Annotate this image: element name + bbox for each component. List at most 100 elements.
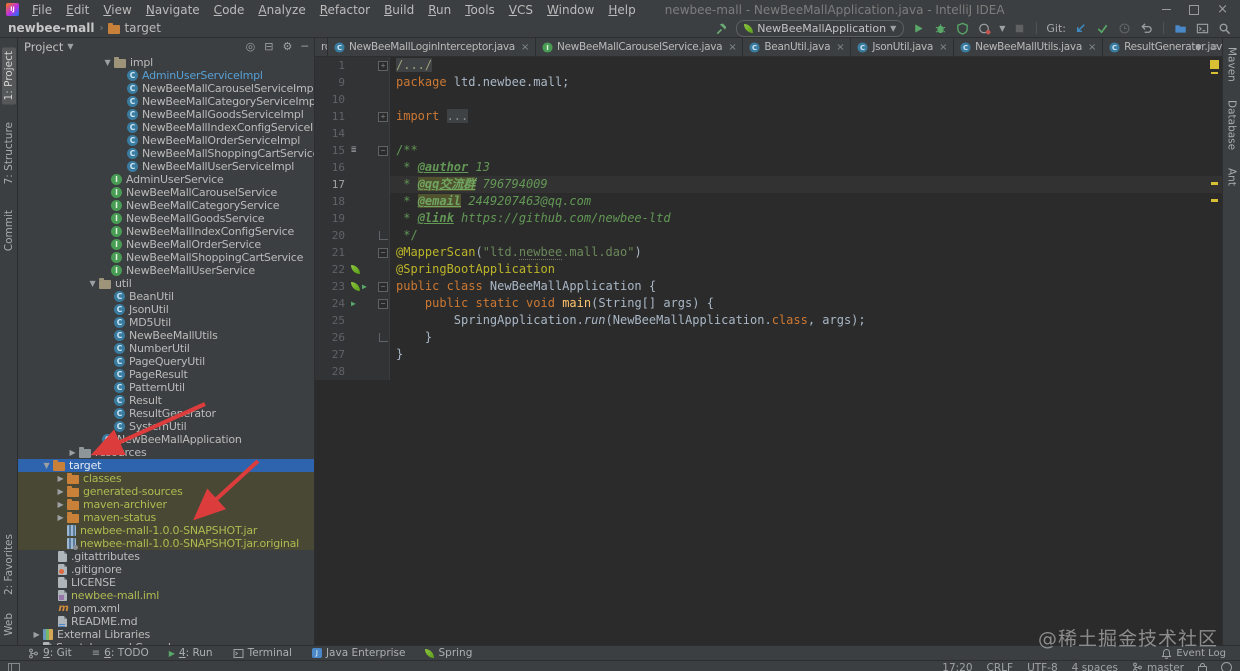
collapse-all-icon[interactable]: ⊟ (264, 40, 273, 53)
profiler-chevron-icon[interactable]: ▼ (999, 24, 1005, 33)
ide-indicator-icon[interactable] (1221, 662, 1232, 671)
fold-marker[interactable] (377, 346, 390, 363)
code-line-16[interactable]: 16 * @author 13 (315, 159, 1222, 176)
stripe-item-7-structure[interactable]: 7: Structure (3, 122, 15, 184)
maximize-button[interactable] (1189, 4, 1200, 15)
project-panel-title[interactable]: Project (24, 40, 63, 54)
tree-item-newbeemallorderservice[interactable]: I NewBeeMallOrderService (18, 238, 314, 251)
fold-marker[interactable]: − (377, 278, 390, 295)
tab-close-icon[interactable]: × (728, 42, 736, 53)
tree-item-beanutil[interactable]: C BeanUtil (18, 290, 314, 303)
fold-marker[interactable]: − (377, 295, 390, 312)
tree-item-classes[interactable]: ▶ classes (18, 472, 314, 485)
fold-marker[interactable] (377, 312, 390, 329)
stripe-item-maven[interactable]: Maven (1226, 47, 1238, 82)
menu-item-analyze[interactable]: Analyze (251, 2, 312, 18)
toolwindow-button-9-git[interactable]: 9: Git (28, 647, 72, 659)
tree-item-impl[interactable]: ▼ impl (18, 56, 314, 69)
tree-item-newbeemalluserservice[interactable]: I NewBeeMallUserService (18, 264, 314, 277)
run-gutter-icon[interactable]: ▶ (362, 278, 367, 295)
toolwindow-button-terminal[interactable]: Terminal (233, 647, 292, 659)
fold-marker[interactable] (377, 227, 390, 244)
menu-item-navigate[interactable]: Navigate (139, 2, 207, 18)
fold-marker[interactable] (377, 261, 390, 278)
breadcrumb-target[interactable]: target (108, 21, 161, 35)
run-button[interactable] (911, 21, 926, 36)
fold-marker[interactable] (377, 329, 390, 346)
breadcrumb-project[interactable]: newbee-mall (8, 21, 94, 35)
code-line-19[interactable]: 19 * @link https://github.com/newbee-ltd (315, 210, 1222, 227)
status-item-utf-8[interactable]: UTF-8 (1027, 662, 1058, 671)
tree-item-newbee-mall-iml[interactable]: newbee-mall.iml (18, 589, 314, 602)
tree-expand-arrow-icon[interactable]: ▶ (54, 513, 67, 522)
locate-file-icon[interactable]: ◎ (246, 40, 256, 53)
stripe-item-web[interactable]: Web (3, 613, 15, 636)
tree-item-newbeemallindexconfigservice[interactable]: I NewBeeMallIndexConfigService (18, 225, 314, 238)
tree-item-newbeemallindexconfigserviceimpl[interactable]: C NewBeeMallIndexConfigServiceImpl (18, 121, 314, 134)
code-line-15[interactable]: 15 ≣ −/** (315, 142, 1222, 159)
menu-item-edit[interactable]: Edit (59, 2, 96, 18)
status-item-crlf[interactable]: CRLF (987, 662, 1014, 671)
code-line-22[interactable]: 22 @SpringBootApplication (315, 261, 1222, 278)
code-line-20[interactable]: 20 */ (315, 227, 1222, 244)
tree-item-newbeemallcarouselserviceimpl[interactable]: C NewBeeMallCarouselServiceImpl (18, 82, 314, 95)
code-line-14[interactable]: 14 (315, 125, 1222, 142)
fold-marker[interactable]: + (377, 57, 390, 74)
tab-close-icon[interactable]: × (939, 42, 947, 53)
tree-item-newbeemallshoppingcartserviceimpl[interactable]: C NewBeeMallShoppingCartServiceImpl (18, 147, 314, 160)
tree-expand-arrow-icon[interactable]: ▶ (54, 500, 67, 509)
run-configuration-select[interactable]: NewBeeMallApplication ▼ (736, 19, 905, 37)
menu-item-file[interactable]: File (25, 2, 59, 18)
code-line-28[interactable]: 28 (315, 363, 1222, 380)
fold-marker[interactable] (377, 91, 390, 108)
close-button[interactable]: × (1217, 3, 1228, 16)
tree-item-pom-xml[interactable]: m pom.xml (18, 602, 314, 615)
code-line-11[interactable]: 11 + import ... (315, 108, 1222, 125)
code-line-27[interactable]: 27} (315, 346, 1222, 363)
project-structure-button[interactable] (1173, 21, 1188, 36)
tree-expand-arrow-icon[interactable]: ▶ (30, 630, 43, 639)
tree-item-newbeemalluserserviceimpl[interactable]: C NewBeeMallUserServiceImpl (18, 160, 314, 173)
tree-item-adminuserservice[interactable]: I AdminUserService (18, 173, 314, 186)
hide-panel-icon[interactable]: ─ (301, 40, 308, 53)
tree-item-newbeemallcarouselservice[interactable]: I NewBeeMallCarouselService (18, 186, 314, 199)
stripe-item-ant[interactable]: Ant (1226, 168, 1238, 186)
code-line-17[interactable]: 17 * @qq交流群 796794009 (315, 176, 1222, 193)
fold-marker[interactable]: − (377, 244, 390, 261)
menu-item-tools[interactable]: Tools (458, 2, 502, 18)
tree-item-newbeemallcategoryserviceimpl[interactable]: C NewBeeMallCategoryServiceImpl (18, 95, 314, 108)
toolwindow-button-java-enterprise[interactable]: J Java Enterprise (311, 647, 405, 659)
tree-item-newbeemallgoodsservice[interactable]: I NewBeeMallGoodsService (18, 212, 314, 225)
tree-item-systemutil[interactable]: C SystemUtil (18, 420, 314, 433)
tree-item-newbeemallcategoryservice[interactable]: I NewBeeMallCategoryService (18, 199, 314, 212)
tree-item-newbee-mall-1-0-0-snapshot-jar-original[interactable]: newbee-mall-1.0.0-SNAPSHOT.jar.original (18, 537, 314, 550)
menu-item-view[interactable]: View (96, 2, 138, 18)
tab-jsonutil-java[interactable]: C JsonUtil.java × (851, 38, 955, 56)
tree-collapse-arrow-icon[interactable]: ▼ (101, 58, 114, 67)
code-line-9[interactable]: 9 package ltd.newbee.mall; (315, 74, 1222, 91)
code-line-1[interactable]: 1 + /.../ (315, 57, 1222, 74)
tree-item-newbeemallgoodsserviceimpl[interactable]: C NewBeeMallGoodsServiceImpl (18, 108, 314, 121)
code-line-18[interactable]: 18 * @email 2449207463@qq.com (315, 193, 1222, 210)
code-line-21[interactable]: 21 − @MapperScan("ltd.newbee.mall.dao") (315, 244, 1222, 261)
tree-item-external-libraries[interactable]: ▶ External Libraries (18, 628, 314, 641)
tab-newbeemallcarouselservice-java[interactable]: I NewBeeMallCarouselService.java × (536, 38, 744, 56)
tree-item-pageresult[interactable]: C PageResult (18, 368, 314, 381)
warning-stripe-square[interactable] (1210, 60, 1219, 69)
tab-beanutil-java[interactable]: C BeanUtil.java × (743, 38, 852, 56)
tree-item-maven-status[interactable]: ▶ maven-status (18, 511, 314, 524)
warning-stripe-dash[interactable] (1211, 72, 1218, 74)
git-commit-button[interactable] (1095, 21, 1110, 36)
fold-marker[interactable] (377, 125, 390, 142)
menu-item-window[interactable]: Window (540, 2, 601, 18)
tree-item-resources[interactable]: ▶ resources (18, 446, 314, 459)
tab-close-icon[interactable]: × (1088, 42, 1096, 53)
tree-item-util[interactable]: ▼ util (18, 277, 314, 290)
tool-window-toggle-icon[interactable] (8, 662, 20, 671)
editor-options-icon[interactable]: ≡ (1210, 42, 1218, 53)
tree-item-gitignore[interactable]: .gitignore (18, 563, 314, 576)
rollback-button[interactable] (1139, 21, 1154, 36)
fold-marker[interactable] (377, 210, 390, 227)
tree-item-newbeemallorderserviceimpl[interactable]: C NewBeeMallOrderServiceImpl (18, 134, 314, 147)
run-gutter-icon[interactable]: ▶ (351, 295, 356, 312)
